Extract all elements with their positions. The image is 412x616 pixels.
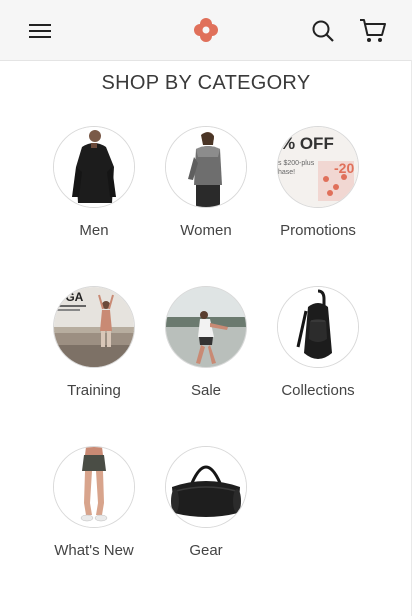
category-sale[interactable]: Sale bbox=[150, 286, 262, 399]
category-promotions[interactable]: % OFF s $200-plus hase! -20 Promotions bbox=[262, 126, 374, 239]
category-gear[interactable]: Gear bbox=[150, 446, 262, 559]
category-label: Sale bbox=[190, 382, 222, 399]
category-grid: Men Women % OFF s $200-plus hase! -20 Pr… bbox=[0, 0, 412, 616]
category-label: Gear bbox=[189, 542, 223, 559]
category-image-promotions[interactable]: % OFF s $200-plus hase! -20 bbox=[277, 126, 359, 208]
promo-subline-2: hase! bbox=[278, 169, 295, 176]
category-men[interactable]: Men bbox=[38, 126, 150, 239]
category-image-gear[interactable] bbox=[165, 446, 247, 528]
category-label: What's New bbox=[54, 542, 134, 559]
poster-text: OGA bbox=[56, 290, 84, 304]
promo-percent: -20 bbox=[334, 160, 354, 176]
category-label: Training bbox=[67, 382, 121, 399]
category-whats-new[interactable]: What's New bbox=[38, 446, 150, 559]
category-image-women[interactable] bbox=[165, 126, 247, 208]
category-label: Collections bbox=[281, 382, 355, 399]
category-image-men[interactable] bbox=[53, 126, 135, 208]
category-training[interactable]: OGA Training bbox=[38, 286, 150, 399]
category-label: Promotions bbox=[280, 222, 356, 239]
promo-subline: s $200-plus bbox=[278, 160, 315, 167]
category-label: Women bbox=[180, 222, 232, 239]
category-image-collections[interactable] bbox=[277, 286, 359, 368]
category-image-sale[interactable] bbox=[165, 286, 247, 368]
category-image-whats-new[interactable] bbox=[53, 446, 135, 528]
promo-headline: % OFF bbox=[280, 134, 334, 153]
category-women[interactable]: Women bbox=[150, 126, 262, 239]
category-image-training[interactable]: OGA bbox=[53, 286, 135, 368]
category-collections[interactable]: Collections bbox=[262, 286, 374, 399]
category-label: Men bbox=[79, 222, 109, 239]
